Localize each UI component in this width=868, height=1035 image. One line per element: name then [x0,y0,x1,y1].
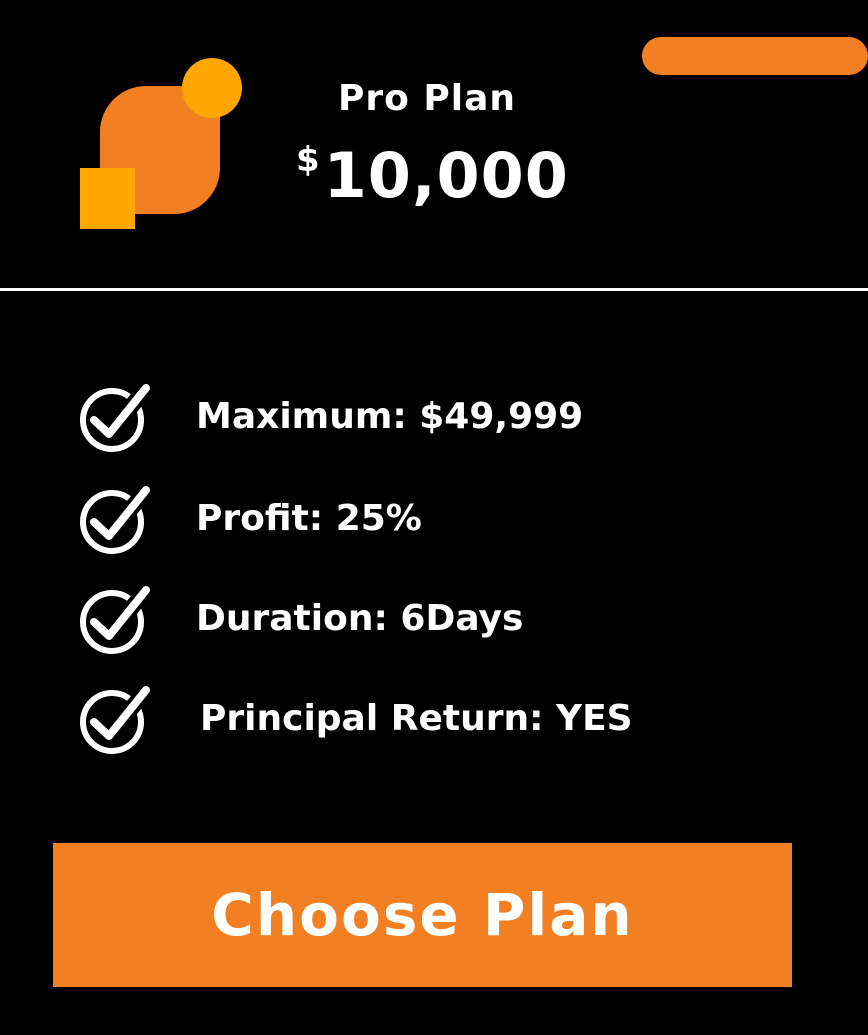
feature-label: Duration: 6Days [196,598,524,639]
header-divider [0,288,868,291]
price-amount: 10,000 [323,139,569,212]
feature-item: Profit: 25% [78,482,778,556]
plan-title: Pro Plan [337,78,517,119]
plan-logo [78,56,248,236]
check-circle-icon [78,380,154,454]
feature-label: Principal Return: YES [200,698,633,739]
feature-item: Principal Return: YES [78,682,778,756]
check-circle-icon [78,682,154,756]
check-circle-icon [78,482,154,556]
check-circle-icon [78,582,154,656]
feature-item: Maximum: $49,999 [78,380,778,454]
choose-plan-button[interactable]: Choose Plan [53,843,792,987]
logo-circle-shape [182,58,242,118]
plan-price: $10,000 [296,138,569,214]
logo-square-shape [80,168,135,229]
feature-label: Profit: 25% [196,498,422,539]
feature-item: Duration: 6Days [78,582,778,656]
decorative-pill [642,37,868,75]
price-currency: $ [296,140,320,180]
feature-label: Maximum: $49,999 [196,396,584,437]
